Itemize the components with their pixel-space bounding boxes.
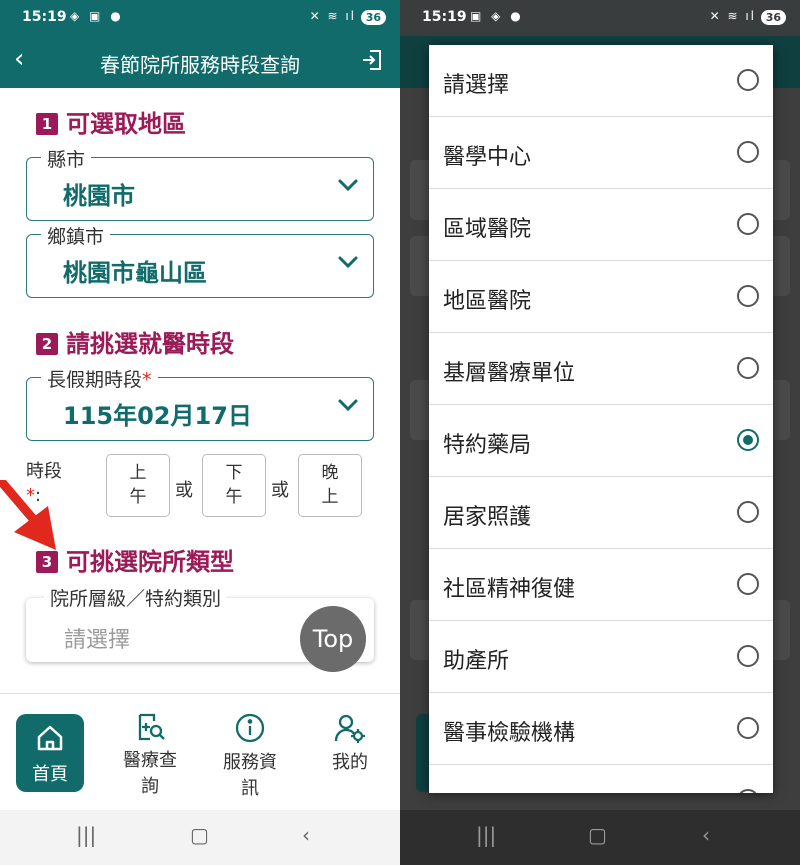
recents-icon[interactable]: ||| bbox=[476, 823, 496, 847]
county-select[interactable]: 縣市 桃園市 bbox=[26, 145, 374, 221]
nav-mine[interactable]: 我的 bbox=[310, 712, 390, 776]
option-label: 基層醫療單位 bbox=[443, 361, 576, 386]
town-select[interactable]: 鄉鎮市 桃園市龜山區 bbox=[26, 222, 374, 298]
slot-evening-button[interactable]: 晚上 bbox=[298, 454, 362, 517]
option-label: 社區精神復健 bbox=[443, 577, 576, 602]
nav-service[interactable]: 服務資訊 bbox=[210, 712, 290, 802]
home-system-icon[interactable]: ▢ bbox=[190, 823, 209, 847]
facility-type-placeholder: 請選擇 bbox=[64, 628, 131, 653]
battery-icon: 36 bbox=[360, 10, 386, 25]
county-value: 桃園市 bbox=[63, 182, 135, 210]
section-title: 可選取地區 bbox=[66, 110, 186, 138]
nav-mine-label: 我的 bbox=[332, 752, 368, 773]
scroll-top-button[interactable]: Top bbox=[300, 606, 366, 672]
info-icon bbox=[235, 713, 265, 743]
notification-icons: ▣ ◈ ● bbox=[470, 9, 524, 23]
section-title: 請挑選就醫時段 bbox=[66, 330, 234, 358]
radio-unchecked-icon[interactable] bbox=[737, 213, 759, 235]
slot-afternoon-button[interactable]: 下午 bbox=[202, 454, 266, 517]
option-label: 地區醫院 bbox=[443, 289, 532, 314]
signal-icons: ✕ ≋ ıl bbox=[709, 9, 756, 23]
option-label: 請選擇 bbox=[443, 73, 510, 98]
option-label: 醫學中心 bbox=[443, 145, 532, 170]
facility-type-dialog: 請選擇醫學中心區域醫院地區醫院基層醫療單位 特約藥局居家照護社區精神復健 助產所醫事… bbox=[429, 45, 773, 793]
county-label: 縣市 bbox=[41, 145, 92, 172]
option-item[interactable]: 物理治療所 bbox=[429, 765, 773, 793]
radio-unchecked-icon[interactable] bbox=[737, 141, 759, 163]
option-item[interactable]: 區域醫院 bbox=[429, 189, 773, 261]
option-item[interactable]: 醫事檢驗機構 bbox=[429, 693, 773, 765]
section-number: 1 bbox=[36, 113, 58, 135]
or-text: 或 bbox=[175, 480, 193, 501]
option-label: 物理治療所 bbox=[443, 787, 553, 793]
town-value: 桃園市龜山區 bbox=[63, 259, 207, 287]
radio-unchecked-icon[interactable] bbox=[737, 285, 759, 307]
town-label: 鄉鎮市 bbox=[41, 222, 111, 249]
chevron-down-icon bbox=[338, 256, 358, 269]
holiday-date-select[interactable]: 長假期時段* 115年02月17日 bbox=[26, 365, 374, 441]
home-system-icon[interactable]: ▢ bbox=[588, 823, 607, 847]
option-item[interactable]: 地區醫院 bbox=[429, 261, 773, 333]
system-nav: ||| ▢ ‹ bbox=[0, 810, 400, 865]
option-item[interactable]: 請選擇 bbox=[429, 45, 773, 117]
dialog-screen: 15:19 ▣ ◈ ● ✕ ≋ ıl 36 請選擇醫學中心區域醫院地區醫院基層醫… bbox=[400, 0, 800, 865]
status-bar: 15:19 ▣ ◈ ● ✕ ≋ ıl 36 bbox=[400, 0, 800, 36]
radio-unchecked-icon[interactable] bbox=[737, 357, 759, 379]
holiday-label: 長假期時段* bbox=[41, 365, 158, 392]
option-label: 助產所 bbox=[443, 649, 510, 674]
nav-service-label: 服務資訊 bbox=[223, 752, 277, 799]
radio-unchecked-icon[interactable] bbox=[737, 645, 759, 667]
holiday-value: 115年02月17日 bbox=[63, 402, 252, 430]
option-item[interactable]: 基層醫療單位 bbox=[429, 333, 773, 405]
option-item[interactable]: 居家照護 bbox=[429, 477, 773, 549]
section-region-heading: 1 可選取地區 bbox=[36, 104, 186, 139]
nav-home-label: 首頁 bbox=[32, 764, 68, 785]
nav-home[interactable]: 首頁 bbox=[16, 714, 84, 792]
system-nav: ||| ▢ ‹ bbox=[400, 810, 800, 865]
facility-type-label: 院所層級／特約類別 bbox=[44, 584, 228, 611]
radio-checked-icon[interactable] bbox=[737, 429, 759, 451]
notification-icons: ◈ ▣ ● bbox=[70, 9, 124, 23]
section-type-heading: 3 可挑選院所類型 bbox=[36, 542, 234, 577]
main-screen: 15:19 ◈ ▣ ● ✕ ≋ ıl 36 ‹ 春節院所服務時段查詢 1 可選取地… bbox=[0, 0, 400, 865]
radio-unchecked-icon[interactable] bbox=[737, 501, 759, 523]
radio-unchecked-icon[interactable] bbox=[737, 69, 759, 91]
or-text: 或 bbox=[271, 480, 289, 501]
nav-medical-label: 醫療查詢 bbox=[123, 750, 177, 797]
status-time: 15:19 bbox=[22, 9, 67, 25]
back-system-icon[interactable]: ‹ bbox=[302, 823, 310, 847]
section-number: 2 bbox=[36, 333, 58, 355]
option-label: 醫事檢驗機構 bbox=[443, 721, 576, 746]
signal-icons: ✕ ≋ ıl bbox=[309, 9, 356, 23]
option-item[interactable]: 醫學中心 bbox=[429, 117, 773, 189]
option-item[interactable]: 特約藥局 bbox=[429, 405, 773, 477]
chevron-down-icon bbox=[338, 399, 358, 412]
section-title: 可挑選院所類型 bbox=[66, 548, 234, 576]
option-label: 居家照護 bbox=[443, 505, 532, 530]
app-bar: ‹ 春節院所服務時段查詢 bbox=[0, 36, 400, 88]
nav-medical[interactable]: 醫療查詢 bbox=[110, 712, 190, 800]
page-title: 春節院所服務時段查詢 bbox=[100, 53, 300, 77]
medical-search-icon bbox=[138, 713, 165, 741]
option-label: 區域醫院 bbox=[443, 217, 532, 242]
recents-icon[interactable]: ||| bbox=[76, 823, 96, 847]
logout-icon[interactable] bbox=[360, 48, 384, 72]
chevron-down-icon bbox=[338, 179, 358, 192]
status-bar: 15:19 ◈ ▣ ● ✕ ≋ ıl 36 bbox=[0, 0, 400, 36]
user-settings-icon bbox=[334, 714, 365, 743]
option-item[interactable]: 助產所 bbox=[429, 621, 773, 693]
radio-unchecked-icon[interactable] bbox=[737, 789, 759, 793]
bottom-nav: 首頁 醫療查詢 服務資訊 我的 bbox=[0, 693, 400, 810]
option-item[interactable]: 社區精神復健 bbox=[429, 549, 773, 621]
section-time-heading: 2 請挑選就醫時段 bbox=[36, 324, 234, 359]
section-number: 3 bbox=[36, 551, 58, 573]
status-time: 15:19 bbox=[422, 9, 467, 25]
back-system-icon[interactable]: ‹ bbox=[702, 823, 710, 847]
option-label: 特約藥局 bbox=[443, 433, 532, 458]
home-icon bbox=[37, 725, 63, 751]
radio-unchecked-icon[interactable] bbox=[737, 717, 759, 739]
radio-unchecked-icon[interactable] bbox=[737, 573, 759, 595]
battery-icon: 36 bbox=[760, 10, 786, 25]
slot-morning-button[interactable]: 上午 bbox=[106, 454, 170, 517]
